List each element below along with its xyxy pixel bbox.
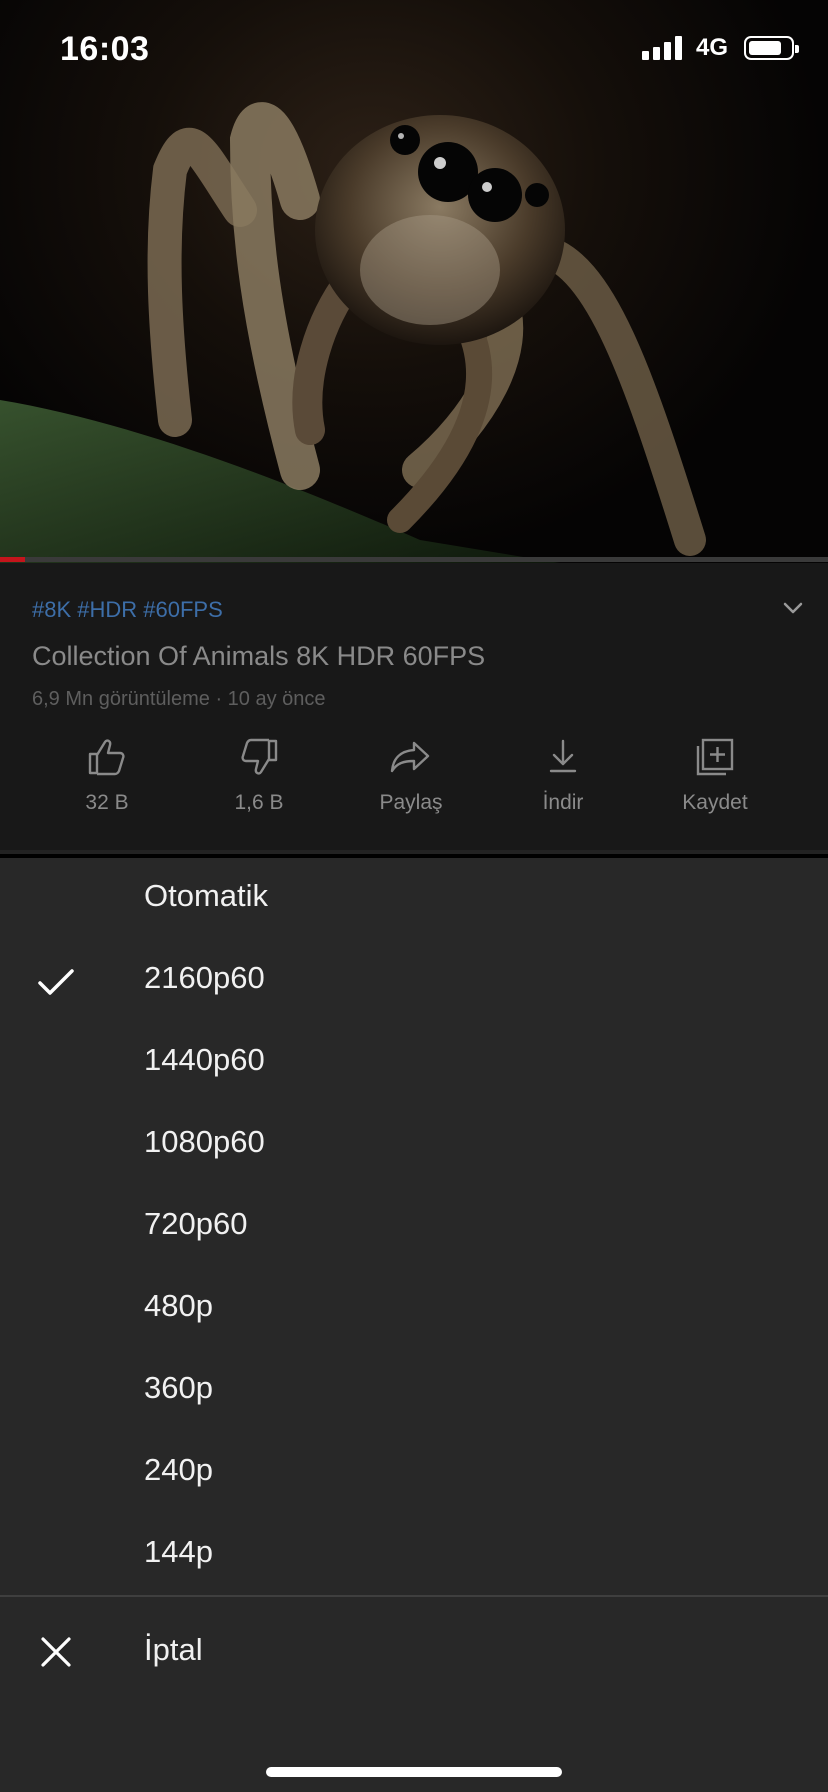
quality-option-720p60[interactable]: 720p60 <box>0 1186 828 1266</box>
battery-level <box>749 41 781 55</box>
action-bar: 32 B 1,6 B Paylaş İndir Kaydet <box>0 735 828 825</box>
check-icon <box>38 969 74 995</box>
like-button[interactable]: 32 B <box>32 735 182 815</box>
quality-option-label: 480p <box>144 1288 213 1323</box>
sheet-divider <box>0 1595 828 1597</box>
video-meta: 6,9 Mn görüntüleme · 10 ay önce <box>32 688 326 710</box>
share-label: Paylaş <box>379 791 443 814</box>
status-bar: 16:03 4G <box>0 0 828 100</box>
quality-option-240p[interactable]: 240p <box>0 1432 828 1512</box>
like-count: 32 B <box>85 791 129 814</box>
close-icon <box>41 1637 71 1667</box>
quality-option-label: 720p60 <box>144 1206 248 1241</box>
quality-option-label: 1440p60 <box>144 1042 265 1077</box>
thumbs-down-icon <box>241 738 278 775</box>
save-to-playlist-icon <box>696 738 734 776</box>
network-type: 4G <box>695 34 728 61</box>
video-progress-fill <box>0 557 25 562</box>
quality-option-label: 2160p60 <box>144 960 265 995</box>
signal-icon <box>641 36 682 60</box>
screen: 16:03 4G #8K #HDR #60FPS Collection Of A… <box>0 0 828 1792</box>
video-info: #8K #HDR #60FPS Collection Of Animals 8K… <box>0 563 828 853</box>
quality-option-144p[interactable]: 144p <box>0 1514 828 1594</box>
download-button[interactable]: İndir <box>488 735 638 815</box>
home-indicator[interactable] <box>266 1767 562 1777</box>
quality-option-label: 144p <box>144 1534 213 1569</box>
dislike-count: 1,6 B <box>234 791 284 814</box>
download-label: İndir <box>542 791 584 814</box>
quality-option-otomatik[interactable]: Otomatik <box>0 858 828 938</box>
chevron-down-icon[interactable] <box>778 593 808 623</box>
quality-option-1440p60[interactable]: 1440p60 <box>0 1022 828 1102</box>
share-button[interactable]: Paylaş <box>336 735 486 815</box>
save-label: Kaydet <box>682 791 748 814</box>
quality-option-label: Otomatik <box>144 878 269 913</box>
video-progress-bar[interactable] <box>0 557 828 562</box>
battery-icon <box>744 36 799 60</box>
quality-menu-sheet: Otomatik 2160p60 1440p60 1080p60 720p60 … <box>0 858 828 1792</box>
thumbs-up-icon <box>88 739 125 776</box>
video-title[interactable]: Collection Of Animals 8K HDR 60FPS <box>32 641 485 672</box>
quality-option-label: 240p <box>144 1452 213 1487</box>
cancel-label: İptal <box>144 1632 203 1667</box>
quality-option-2160p60[interactable]: 2160p60 <box>0 940 828 1020</box>
status-indicators: 4G <box>641 34 799 62</box>
quality-option-360p[interactable]: 360p <box>0 1350 828 1430</box>
hashtags[interactable]: #8K #HDR #60FPS <box>32 597 223 623</box>
save-button[interactable]: Kaydet <box>640 735 790 815</box>
quality-option-480p[interactable]: 480p <box>0 1268 828 1348</box>
quality-option-label: 360p <box>144 1370 213 1405</box>
divider <box>0 850 828 854</box>
status-time: 16:03 <box>60 30 150 68</box>
quality-option-1080p60[interactable]: 1080p60 <box>0 1104 828 1184</box>
quality-option-label: 1080p60 <box>144 1124 265 1159</box>
download-icon <box>549 739 577 773</box>
dislike-button[interactable]: 1,6 B <box>184 735 334 815</box>
share-icon <box>390 741 430 773</box>
cancel-button[interactable]: İptal <box>0 1598 828 1708</box>
